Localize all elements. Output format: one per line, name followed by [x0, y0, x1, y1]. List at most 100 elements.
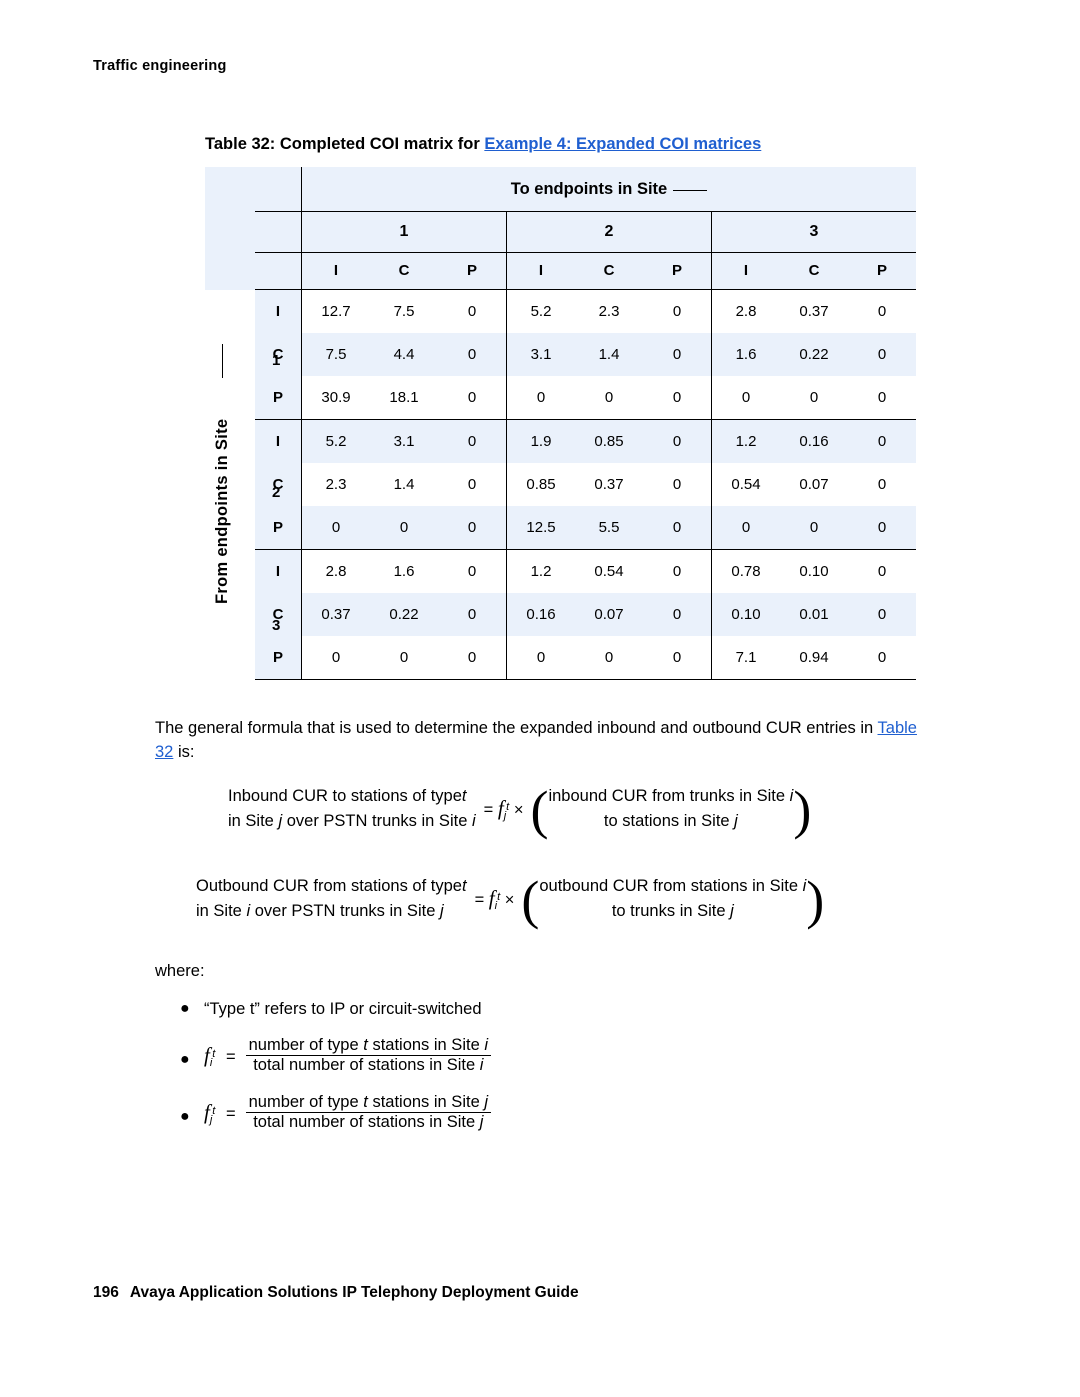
row-type-3-P: P	[255, 636, 302, 680]
cell: 0	[438, 419, 507, 463]
cell: 0	[438, 289, 507, 333]
formula-outbound-cur: Outbound CUR from stations of typet in S…	[196, 869, 825, 930]
cell: 0	[848, 333, 916, 376]
cell: 7.5	[370, 289, 438, 333]
col-site-1: 1	[301, 211, 507, 253]
cell: 0	[575, 636, 643, 680]
bullet-marker: ●	[180, 1000, 190, 1017]
bullet-marker: ●	[180, 1108, 190, 1125]
row-type-1-I: I	[255, 289, 302, 333]
cell: 0	[780, 376, 848, 420]
cell: 0	[848, 419, 916, 463]
row-type-2-I: I	[255, 419, 302, 463]
cell: 0	[848, 506, 916, 550]
table-caption-link[interactable]: Example 4: Expanded COI matrices	[484, 135, 761, 153]
formula-inbound-cur: Inbound CUR to stations of typet in Site…	[228, 779, 812, 840]
row-site-1: 1	[272, 352, 281, 369]
matrix-header-row-group: To endpoints in Site	[205, 167, 916, 212]
cell: 0	[301, 506, 370, 550]
cell: 0	[848, 463, 916, 506]
table-row: P 30.9 18.1 0 0 0 0 0 0 0	[205, 376, 916, 420]
col-type-3-C: C	[780, 252, 848, 290]
col-site-3: 3	[711, 211, 916, 253]
cell: 0	[711, 376, 780, 420]
cell: 0.22	[780, 333, 848, 376]
cell: 0	[848, 376, 916, 420]
col-type-1-I: I	[301, 252, 370, 290]
intro-paragraph: The general formula that is used to dete…	[155, 719, 917, 761]
cell: 0	[438, 593, 507, 636]
table-row: P 0 0 0 12.5 5.5 0 0 0 0	[205, 506, 916, 550]
cell: 0	[780, 506, 848, 550]
table-caption-prefix: Table 32: Completed COI matrix for	[205, 135, 485, 153]
document-page: Traffic engineering Table 32: Completed …	[0, 0, 1080, 1397]
cell: 1.6	[370, 549, 438, 593]
row-type-2-P: P	[255, 506, 302, 550]
fi-denominator: total number of stations in Site i	[253, 1056, 484, 1074]
cell: 0	[438, 549, 507, 593]
table-row: C 0.37 0.22 0 0.16 0.07 0 0.10 0.01 0	[205, 593, 916, 636]
running-head: Traffic engineering	[93, 58, 227, 74]
page-number: 196	[93, 1284, 119, 1301]
cell: 0	[438, 463, 507, 506]
col-group-title: To endpoints in Site	[301, 167, 916, 212]
cell: 0	[575, 376, 643, 420]
right-paren: )	[806, 869, 825, 930]
cell: 0.78	[711, 549, 780, 593]
cell: 0	[506, 376, 575, 420]
left-paren: (	[521, 869, 540, 930]
coi-matrix-table: To endpoints in Site 1 2 3 I C P I C P I…	[205, 167, 916, 680]
cell: 0.85	[575, 419, 643, 463]
cell: 0.54	[575, 549, 643, 593]
cell: 3.1	[370, 419, 438, 463]
row-site-2: 2	[272, 484, 281, 501]
cell: 0.10	[711, 593, 780, 636]
cell: 0	[643, 376, 712, 420]
cell: 2.3	[301, 463, 370, 506]
col-type-1-C: C	[370, 252, 438, 290]
cell: 0	[643, 333, 712, 376]
cell: 0	[643, 463, 712, 506]
cell: 0	[438, 506, 507, 550]
cell: 0.10	[780, 549, 848, 593]
cell: 1.9	[506, 419, 575, 463]
cell: 0.54	[711, 463, 780, 506]
row-type-1-P: P	[255, 376, 302, 420]
cell: 0	[643, 593, 712, 636]
cell: 0.37	[780, 289, 848, 333]
cell: 0	[438, 333, 507, 376]
cell: 7.1	[711, 636, 780, 680]
cell: 0.94	[780, 636, 848, 680]
row-group-title: From endpoints in Site	[213, 418, 231, 604]
bullet-marker: ●	[180, 1051, 190, 1068]
footer-title: Avaya Application Solutions IP Telephony…	[129, 1284, 579, 1301]
cell: 0	[711, 506, 780, 550]
table-row: I 5.2 3.1 0 1.9 0.85 0 1.2 0.16 0	[205, 419, 916, 550]
row-type-3-I: I	[255, 549, 302, 593]
col-type-2-C: C	[575, 252, 643, 290]
cell: 0	[848, 593, 916, 636]
col-type-2-P: P	[643, 252, 712, 290]
cell: 0.16	[506, 593, 575, 636]
cell: 0.85	[506, 463, 575, 506]
cell: 0.22	[370, 593, 438, 636]
cell: 0.01	[780, 593, 848, 636]
col-type-1-P: P	[438, 252, 507, 290]
fj-denominator: total number of stations in Site j	[253, 1113, 484, 1131]
cell: 1.4	[575, 333, 643, 376]
formula-fi: fit = number of type t stations in Site …	[204, 1036, 492, 1075]
cell: 5.2	[301, 419, 370, 463]
cell: 0.16	[780, 419, 848, 463]
cell: 2.8	[301, 549, 370, 593]
table-caption: Table 32: Completed COI matrix for Examp…	[205, 135, 761, 154]
cell: 4.4	[370, 333, 438, 376]
cell: 12.7	[301, 289, 370, 333]
cell: 0	[438, 376, 507, 420]
cell: 0	[370, 636, 438, 680]
cell: 0	[643, 549, 712, 593]
cell: 0	[643, 419, 712, 463]
cell: 0	[643, 636, 712, 680]
table-row: I 2.8 1.6 0 1.2 0.54 0 0.78 0.10 0	[205, 549, 916, 680]
cell: 0	[370, 506, 438, 550]
cell: 5.2	[506, 289, 575, 333]
